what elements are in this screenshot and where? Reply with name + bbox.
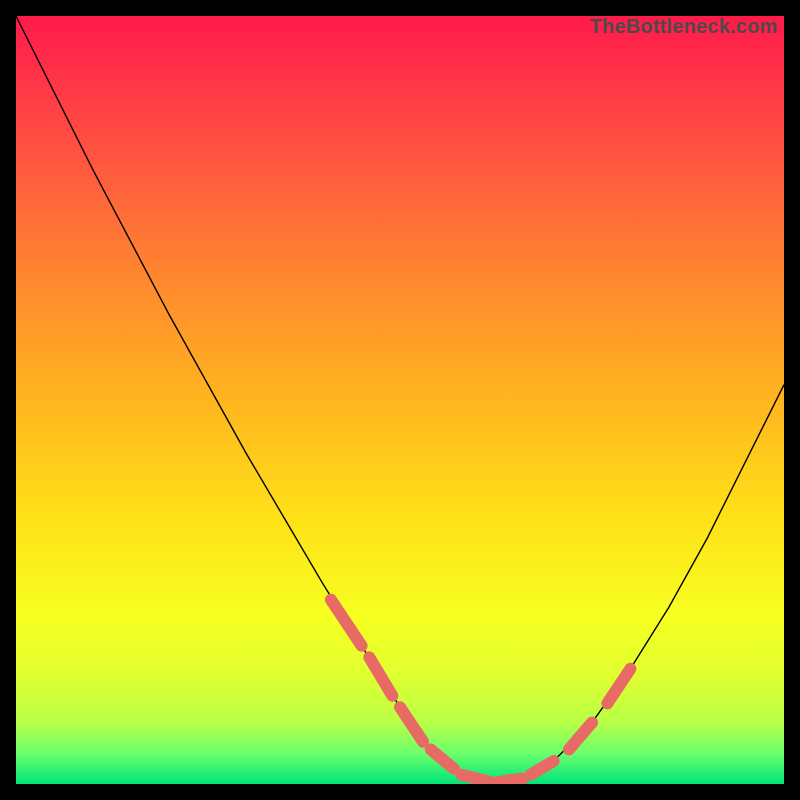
marker-segment bbox=[500, 779, 523, 782]
marker-segment bbox=[331, 600, 362, 646]
chart-frame: TheBottleneck.com bbox=[0, 0, 800, 800]
marker-segment bbox=[607, 669, 630, 704]
marker-segment bbox=[569, 723, 592, 750]
marker-segment bbox=[400, 707, 423, 742]
bottleneck-curve-line bbox=[16, 16, 784, 782]
marker-segment bbox=[369, 657, 392, 695]
marker-segment bbox=[531, 761, 554, 775]
chart-svg bbox=[16, 16, 784, 784]
marker-segment bbox=[431, 749, 454, 768]
marker-segment bbox=[461, 775, 492, 783]
plot-area: TheBottleneck.com bbox=[16, 16, 784, 784]
marker-group bbox=[331, 600, 631, 783]
